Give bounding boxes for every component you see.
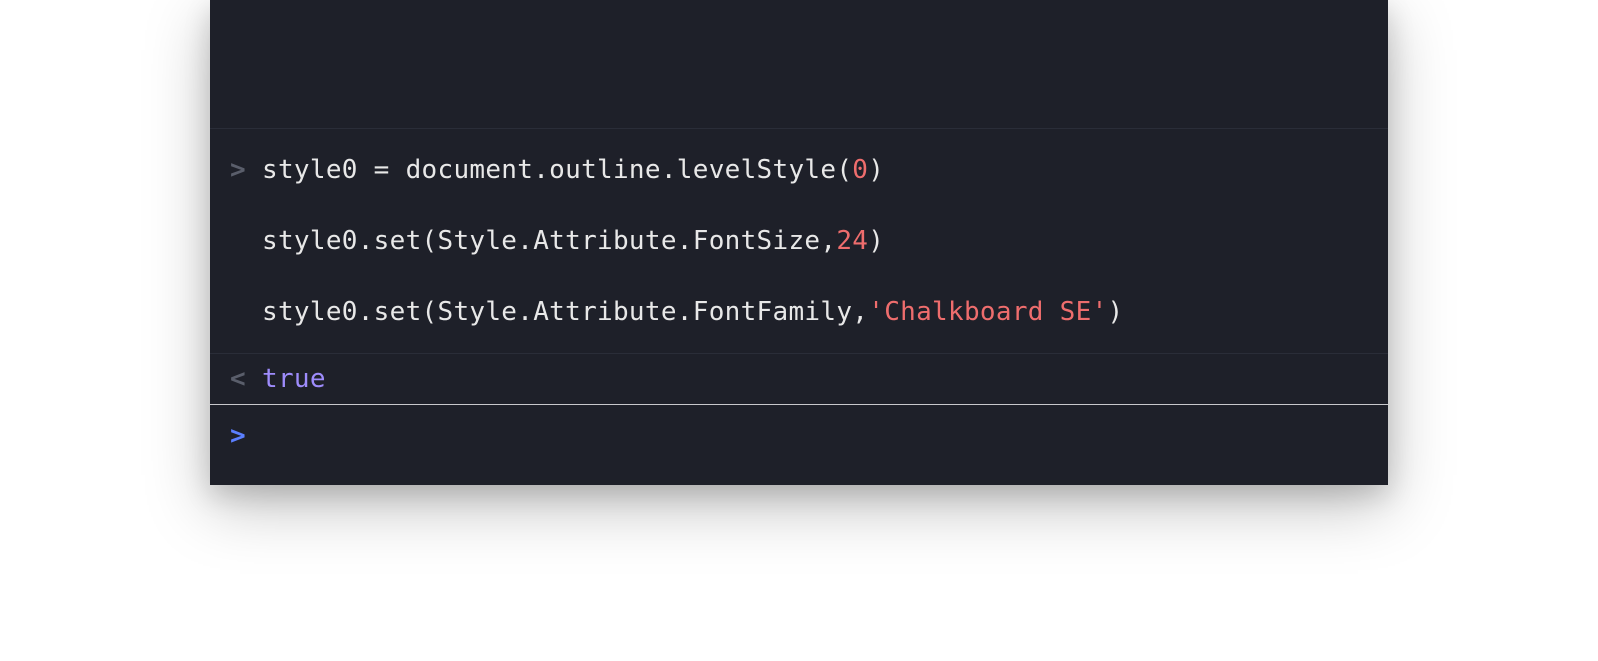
output-entry: < true bbox=[210, 353, 1388, 404]
code-token: ) bbox=[1108, 297, 1124, 327]
code-token: style0 = document.outline.levelStyle( bbox=[262, 155, 852, 185]
active-prompt-icon: > bbox=[230, 421, 246, 451]
output-value: true bbox=[262, 364, 326, 394]
code-token: style0.set(Style.Attribute.FontFamily, bbox=[262, 297, 868, 327]
output-prompt-icon: < bbox=[230, 364, 248, 394]
code-line: style0.set(Style.Attribute.FontSize,24) bbox=[210, 206, 1388, 277]
console-input[interactable] bbox=[260, 421, 1368, 451]
input-prompt-icon: > bbox=[230, 147, 248, 194]
console-top-space bbox=[210, 0, 1388, 128]
code-line: > style0 = document.outline.levelStyle(0… bbox=[210, 129, 1388, 206]
code-token: ) bbox=[868, 226, 884, 256]
code-text: style0.set(Style.Attribute.FontSize,24) bbox=[262, 218, 884, 265]
active-input-row[interactable]: > bbox=[210, 404, 1388, 485]
console-panel: > style0 = document.outline.levelStyle(0… bbox=[210, 0, 1388, 485]
code-token: style0.set(Style.Attribute.FontSize, bbox=[262, 226, 836, 256]
code-text: style0.set(Style.Attribute.FontFamily,'C… bbox=[262, 289, 1124, 336]
code-token-number: 24 bbox=[836, 226, 868, 256]
code-token-string: 'Chalkboard SE' bbox=[868, 297, 1107, 327]
history-entry: > style0 = document.outline.levelStyle(0… bbox=[210, 128, 1388, 353]
code-text: style0 = document.outline.levelStyle(0) bbox=[262, 147, 884, 194]
code-line: style0.set(Style.Attribute.FontFamily,'C… bbox=[210, 277, 1388, 354]
code-token: ) bbox=[868, 155, 884, 185]
code-token-number: 0 bbox=[852, 155, 868, 185]
